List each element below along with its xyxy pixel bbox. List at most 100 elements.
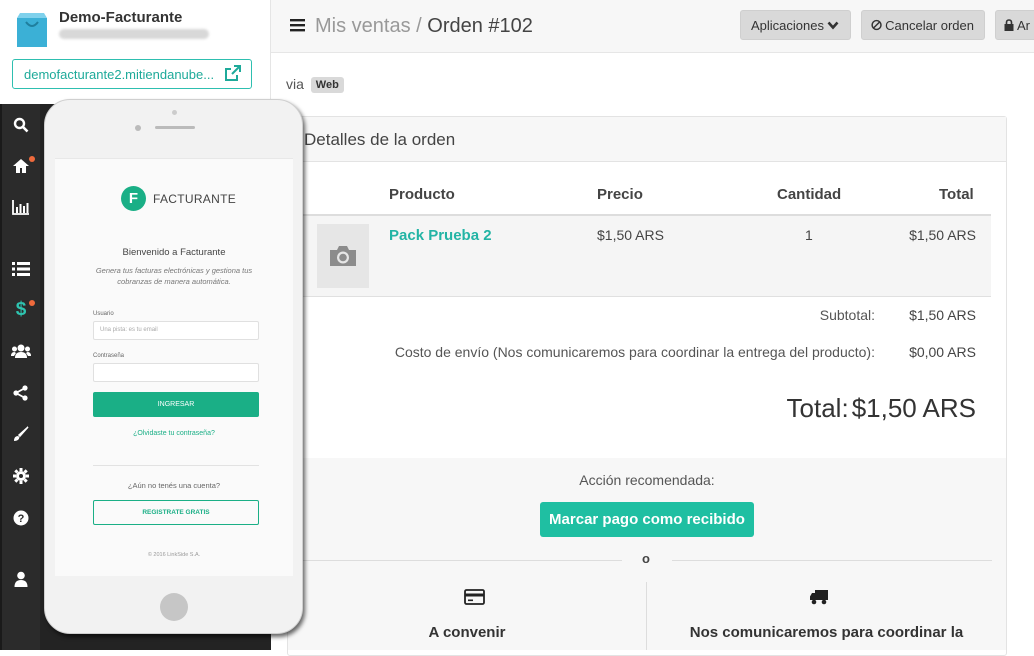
product-qty: 1 — [805, 227, 813, 243]
user-icon — [14, 571, 28, 587]
phone-home-button — [160, 593, 188, 621]
apps-label: Aplicaciones — [751, 17, 824, 33]
total-value: $1,50 ARS — [851, 393, 976, 423]
store-email-blurred — [59, 29, 209, 39]
product-price: $1,50 ARS — [597, 227, 664, 243]
separator-line — [300, 560, 622, 561]
total-label: Total: — [786, 393, 849, 423]
chevron-down-icon — [827, 21, 839, 29]
list-icon — [12, 262, 30, 276]
separator-text: o — [642, 551, 650, 566]
external-link-icon — [225, 65, 241, 81]
panel-header: Detalles de la orden — [288, 117, 1006, 162]
recommended-action-label: Acción recomendada: — [579, 472, 715, 488]
brush-icon — [14, 426, 29, 441]
store-bag-icon — [17, 13, 47, 47]
store-link-label: demofacturante2.mitiendanube... — [24, 67, 215, 82]
order-total: Total: $1,50 ARS — [787, 393, 976, 424]
separator-line — [672, 560, 992, 561]
divider — [93, 465, 259, 466]
shipping-method: Nos comunicaremos para coordinar la — [689, 624, 964, 641]
welcome-title: Bienvenido a Facturante — [122, 247, 226, 258]
dollar-icon: $ — [15, 299, 27, 320]
product-name-link[interactable]: Pack Prueba 2 — [389, 227, 492, 244]
product-total: $1,50 ARS — [909, 227, 976, 243]
column-header-product: Producto — [389, 186, 455, 203]
panel-title: Detalles de la orden — [304, 130, 456, 149]
welcome-subtitle: Genera tus facturas electrónicas y gesti… — [95, 266, 253, 286]
breadcrumb-parent[interactable]: Mis ventas — [315, 15, 411, 37]
gear-icon — [13, 468, 29, 484]
product-thumbnail — [317, 224, 369, 288]
users-icon — [11, 344, 31, 358]
store-link-button[interactable]: demofacturante2.mitiendanube... — [12, 59, 252, 89]
cancel-order-label: Cancelar orden — [885, 17, 974, 33]
sidebar-item-design[interactable] — [2, 420, 40, 448]
sidebar: $ ? — [0, 104, 40, 650]
column-header-price: Precio — [597, 186, 643, 203]
store-header: Demo-Facturante demofacturante2.mitienda… — [0, 0, 271, 104]
source-badge: Web — [310, 77, 344, 93]
notification-dot — [29, 300, 35, 306]
login-button[interactable]: INGRESAR — [93, 392, 259, 417]
search-icon — [13, 117, 29, 133]
shipping-value: $0,00 ARS — [909, 344, 976, 360]
lock-icon — [1004, 19, 1014, 31]
phone-sensor — [172, 110, 177, 115]
user-label: Usuario — [93, 311, 114, 317]
breadcrumb: Mis ventas / Orden #102 — [315, 15, 533, 38]
no-account-text: ¿Aún no tenés una cuenta? — [127, 481, 221, 490]
forgot-password-link[interactable]: ¿Olvidaste tu contraseña? — [55, 430, 293, 437]
phone-mockup: F FACTURANTE Bienvenido a Facturante Gen… — [44, 99, 303, 634]
order-source: via Web — [286, 76, 344, 93]
sidebar-item-help[interactable]: ? — [2, 504, 40, 532]
sidebar-item-settings[interactable] — [2, 462, 40, 490]
home-icon — [13, 159, 29, 173]
password-label: Contraseña — [93, 353, 125, 359]
top-bar: Mis ventas / Orden #102 Aplicaciones Can… — [271, 0, 1034, 53]
shipping-label: Costo de envío (Nos comunicaremos para c… — [394, 344, 875, 360]
mark-paid-button[interactable]: Marcar pago como recibido — [540, 502, 754, 537]
sidebar-item-customers[interactable] — [2, 337, 40, 365]
phone-camera — [135, 125, 141, 131]
sidebar-item-orders[interactable] — [2, 255, 40, 283]
help-icon: ? — [13, 510, 29, 526]
archive-label: Ar — [1017, 17, 1030, 33]
subtotal-label: Subtotal: — [819, 307, 875, 323]
payment-method: A convenir — [428, 624, 506, 641]
page-title: Orden #102 — [427, 15, 533, 37]
cancel-order-button[interactable]: Cancelar orden — [861, 10, 985, 40]
stats-icon — [12, 200, 29, 215]
archive-button[interactable]: Ar — [995, 10, 1034, 40]
subtotal-value: $1,50 ARS — [909, 307, 976, 323]
credit-card-icon — [464, 589, 485, 605]
column-header-qty: Cantidad — [777, 186, 842, 203]
password-input[interactable] — [93, 363, 259, 382]
store-name: Demo-Facturante — [59, 9, 183, 26]
notification-dot — [29, 156, 35, 162]
register-button[interactable]: REGISTRATE GRATIS — [93, 500, 259, 525]
recommended-action: Acción recomendada: Marcar pago como rec… — [288, 458, 1006, 650]
phone-speaker — [155, 126, 195, 129]
svg-text:?: ? — [18, 513, 25, 525]
table-row-divider — [303, 296, 991, 297]
sidebar-item-account[interactable] — [2, 565, 40, 593]
user-input[interactable]: Una pista: es tu email — [93, 321, 259, 340]
sidebar-item-payments[interactable]: $ — [2, 296, 40, 324]
apps-dropdown-button[interactable]: Aplicaciones — [740, 10, 851, 40]
column-header-total: Total — [939, 186, 974, 203]
truck-icon — [810, 590, 828, 605]
facturante-logo-icon: F — [121, 186, 146, 211]
sidebar-item-search[interactable] — [2, 111, 40, 139]
ban-icon — [871, 19, 882, 31]
phone-screen: F FACTURANTE Bienvenido a Facturante Gen… — [55, 158, 293, 576]
facturante-logo-text: FACTURANTE — [153, 192, 237, 206]
hamburger-menu-icon[interactable] — [290, 18, 305, 32]
via-label: via — [286, 76, 304, 92]
sidebar-item-share[interactable] — [2, 379, 40, 407]
sidebar-item-home[interactable] — [2, 152, 40, 180]
sidebar-item-stats[interactable] — [2, 193, 40, 221]
breadcrumb-separator: / — [410, 15, 428, 37]
camera-icon — [330, 246, 356, 266]
copyright: © 2016 LinkSide S.A. — [147, 552, 201, 558]
